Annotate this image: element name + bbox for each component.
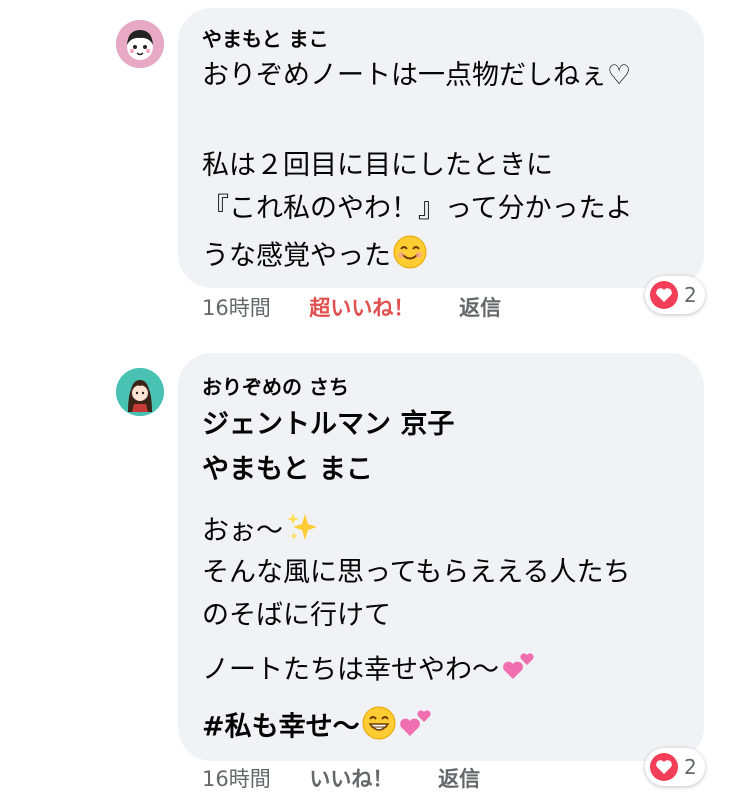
avatar[interactable] <box>116 20 164 68</box>
comment-bubble: やまもと まこ おりぞめノートは一点物だしねぇ♡ 私は２回目に目にしたときに 『… <box>178 8 704 288</box>
mention-link[interactable]: やまもと まこ <box>202 452 373 488</box>
girl-face-avatar-icon <box>116 20 164 68</box>
girl-illustration-avatar-icon <box>116 368 164 416</box>
comment-text-line: おりぞめノートは一点物だしねぇ♡ <box>202 60 632 91</box>
reaction-count: 2 <box>684 755 697 779</box>
reaction-count: 2 <box>684 283 697 307</box>
comment-text-line: 私は２回目に目にしたときに <box>202 150 553 181</box>
avatar[interactable] <box>116 368 164 416</box>
sparkles-emoji-icon <box>285 510 319 554</box>
comment-timestamp[interactable]: 16時間 <box>202 292 271 322</box>
heart-icon <box>650 281 678 309</box>
comment-actions: 16時間 いいね！ 返信 <box>202 763 480 793</box>
reply-button[interactable]: 返信 <box>459 292 501 322</box>
reply-button[interactable]: 返信 <box>438 763 480 793</box>
comment-text: おぉ〜 <box>202 515 283 547</box>
comment-text-line-with-emoji: うな感覚やった <box>202 235 427 279</box>
like-button[interactable]: いいね！ <box>309 763 393 793</box>
reaction-badge[interactable]: 2 <box>645 748 705 786</box>
comment-text-line-with-emoji: おぉ〜 <box>202 510 319 554</box>
super-like-button[interactable]: 超いいね！ <box>309 292 414 322</box>
smiling-face-emoji-icon <box>393 235 427 279</box>
comment-bubble: おりぞめの さち ジェントルマン 京子 やまもと まこ おぉ〜 そんな風に思って… <box>178 353 704 761</box>
two-hearts-emoji-icon <box>398 706 434 750</box>
comment-timestamp[interactable]: 16時間 <box>202 763 271 793</box>
comment-text: うな感覚やった <box>202 240 391 272</box>
comment-2: おりぞめの さち ジェントルマン 京子 やまもと まこ おぉ〜 そんな風に思って… <box>0 345 750 796</box>
comment-author[interactable]: やまもと まこ <box>202 23 329 52</box>
heart-icon <box>650 753 678 781</box>
grinning-face-emoji-icon <box>362 706 396 750</box>
comment-text-line: 『これ私のやわ！』って分かったよ <box>202 193 633 224</box>
two-hearts-emoji-icon <box>501 649 537 693</box>
comment-text-line-with-emoji: #私も幸せ〜 <box>202 706 434 750</box>
comment-author[interactable]: おりぞめの さち <box>202 371 349 400</box>
comment-text-line-with-emoji: ノートたちは幸せやわ〜 <box>202 649 537 693</box>
mention-link[interactable]: ジェントルマン 京子 <box>202 407 454 443</box>
comment-text-line: のそばに行けて <box>202 600 391 631</box>
hashtag-link[interactable]: #私も幸せ〜 <box>202 712 360 743</box>
comment-1: やまもと まこ おりぞめノートは一点物だしねぇ♡ 私は２回目に目にしたときに 『… <box>0 0 750 330</box>
comment-actions: 16時間 超いいね！ 返信 <box>202 292 501 322</box>
reaction-badge[interactable]: 2 <box>645 276 705 314</box>
comment-text: ノートたちは幸せやわ〜 <box>202 654 499 686</box>
comment-text-line: そんな風に思ってもらええる人たち <box>202 557 631 588</box>
